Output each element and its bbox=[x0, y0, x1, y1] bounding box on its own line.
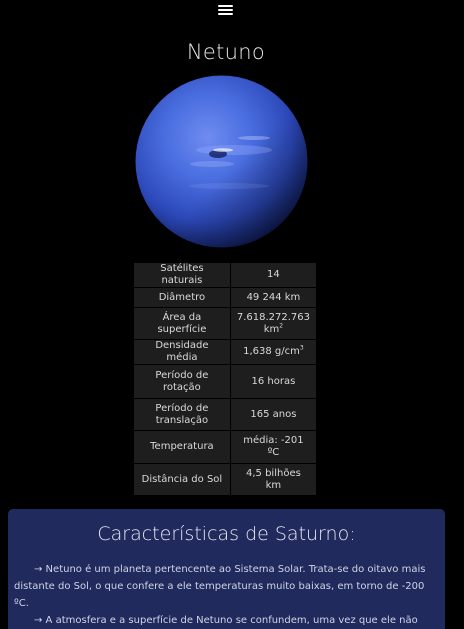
card-paragraph: → Netuno é um planeta pertencente ao Sis… bbox=[14, 564, 426, 609]
table-row: Diâmetro 49 244 km bbox=[133, 287, 318, 308]
row-value: 49 244 km bbox=[229, 287, 318, 308]
table-row: Satélites naturais 14 bbox=[133, 262, 318, 288]
superscript: 3 bbox=[299, 344, 304, 352]
row-label: Período de rotação bbox=[133, 364, 231, 399]
hamburger-menu-icon[interactable] bbox=[217, 3, 234, 17]
row-value: 4,5 bilhões km bbox=[229, 463, 318, 496]
row-label: Período de translação bbox=[133, 398, 231, 431]
row-label: Distância do Sol bbox=[133, 463, 231, 496]
row-value-text: 1,638 g/cm bbox=[243, 346, 300, 357]
table-row: Período de translação 165 anos bbox=[133, 398, 318, 431]
row-value: 1,638 g/cm3 bbox=[229, 339, 318, 365]
page: Netuno Satélites naturais 14 Diâmetro 49… bbox=[0, 0, 464, 629]
row-label: Temperatura bbox=[133, 430, 231, 464]
planet-info-table: Satélites naturais 14 Diâmetro 49 244 km… bbox=[133, 262, 318, 496]
superscript: 2 bbox=[279, 322, 284, 330]
table-row: Temperatura média: -201 ºC bbox=[133, 430, 318, 464]
row-value: média: -201 ºC bbox=[229, 430, 318, 464]
table-row: Densidade média 1,638 g/cm3 bbox=[133, 339, 318, 365]
card-title: Características de Saturno: bbox=[97, 523, 356, 545]
neptune-image bbox=[135, 75, 308, 248]
row-value: 7.618.272.763 km2 bbox=[229, 307, 318, 340]
table-row: Distância do Sol 4,5 bilhões km bbox=[133, 463, 318, 496]
table-row: Área da superfície 7.618.272.763 km2 bbox=[133, 307, 318, 340]
table-row: Período de rotação 16 horas bbox=[133, 364, 318, 399]
row-value: 165 anos bbox=[229, 398, 318, 431]
page-title: Netuno bbox=[186, 40, 266, 64]
row-value: 14 bbox=[229, 262, 318, 288]
row-label: Diâmetro bbox=[133, 287, 231, 308]
row-value-text: 7.618.272.763 km bbox=[236, 311, 310, 335]
characteristics-card: Características de Saturno: → Netuno é u… bbox=[8, 509, 445, 629]
row-label: Área da superfície bbox=[133, 307, 231, 340]
row-label: Satélites naturais bbox=[133, 262, 231, 288]
menu-bar bbox=[218, 9, 233, 11]
menu-bar bbox=[218, 5, 233, 7]
menu-bar bbox=[218, 13, 233, 15]
card-text: → Netuno é um planeta pertencente ao Sis… bbox=[14, 561, 438, 629]
row-label: Densidade média bbox=[133, 339, 231, 365]
card-paragraph: → A atmosfera e a superfície de Netuno s… bbox=[34, 615, 418, 626]
row-value: 16 horas bbox=[229, 364, 318, 399]
